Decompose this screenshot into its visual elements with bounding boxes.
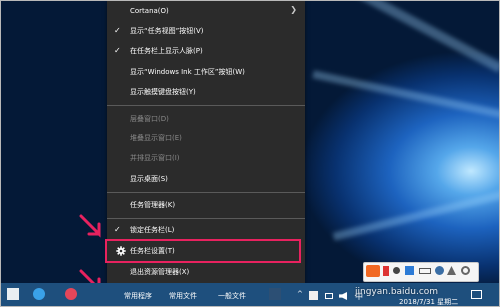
flag-icon [383,266,389,276]
menu-item-label: 退出资源管理器(X) [130,268,190,276]
people-icon[interactable] [269,288,281,300]
tray-app-icon[interactable] [309,291,318,300]
menu-item-show-ink-workspace[interactable]: 显示“Windows Ink 工作区”按钮(W) [107,64,305,82]
menu-item-label: 显示桌面(S) [130,175,168,183]
shirt-icon [435,266,444,275]
settings-icon [461,266,470,275]
menu-item-cortana[interactable]: Cortana(O) ❯ [107,3,305,21]
taskbar-clock[interactable]: 2018/7/31 星期二 [399,297,458,306]
app-icon-red[interactable] [65,288,77,300]
menu-item-exit-explorer[interactable]: 退出资源管理器(X) [107,264,305,282]
menu-item-cascade-windows: 层叠窗口(D) [107,111,305,129]
notification-icon[interactable] [471,290,482,299]
moon-icon [393,267,400,274]
menu-item-show-touch-keyboard[interactable]: 显示触摸键盘按钮(Y) [107,84,305,102]
menu-item-label: Cortana(O) [130,7,169,15]
checkmark-icon: ✓ [114,26,121,35]
menu-item-label: 显示“任务视图”按钮(V) [130,27,204,35]
menu-separator [107,105,305,106]
menu-item-label: 堆叠显示窗口(E) [130,134,182,142]
wallpaper-beam [312,70,499,120]
keyboard-icon [419,268,431,274]
battery-icon[interactable] [325,293,333,299]
wallpaper-beam [332,189,499,241]
pointer-arrow-icon [79,214,101,238]
speaker-icon[interactable] [339,292,347,300]
menu-item-show-task-view[interactable]: ✓ 显示“任务视图”按钮(V) [107,23,305,41]
menu-item-task-manager[interactable]: 任务管理器(K) [107,197,305,215]
desktop-screenshot: Cortana(O) ❯ ✓ 显示“任务视图”按钮(V) ✓ 在任务栏上显示人脉… [0,0,500,307]
menu-item-show-desktop[interactable]: 显示桌面(S) [107,171,305,189]
app-icon-blue[interactable] [33,288,45,300]
taskbar-item-general-files[interactable]: 一般文件 [218,291,246,301]
menu-item-label: 并排显示窗口(I) [130,154,180,162]
menu-separator [107,192,305,193]
app-logo-icon [366,265,380,277]
wallpaper-beam [339,1,499,73]
menu-item-label: 任务管理器(K) [130,201,176,209]
taskbar-item-common-files[interactable]: 常用文件 [169,291,197,301]
emoji-icon [405,266,414,275]
menu-item-lock-taskbar[interactable]: ✓ 锁定任务栏(L) [107,222,305,240]
checkmark-icon: ✓ [114,46,121,55]
menu-item-label: 显示触摸键盘按钮(Y) [130,88,196,96]
badge-bar [363,258,497,282]
menu-item-label: 在任务栏上显示人脉(P) [130,47,203,55]
taskbar-item-common-programs[interactable]: 常用程序 [124,291,152,301]
highlight-box [105,239,301,263]
menu-separator [107,218,305,219]
tray-overflow-icon[interactable]: ^ [297,290,303,298]
menu-item-side-by-side: 并排显示窗口(I) [107,150,305,168]
menu-item-show-people[interactable]: ✓ 在任务栏上显示人脉(P) [107,43,305,61]
menu-item-stack-windows: 堆叠显示窗口(E) [107,130,305,148]
menu-item-label: 锁定任务栏(L) [130,226,175,234]
checkmark-icon: ✓ [114,225,121,234]
menu-item-label: 层叠窗口(D) [130,115,169,123]
chevron-right-icon: ❯ [290,5,297,14]
menu-item-label: 显示“Windows Ink 工作区”按钮(W) [130,68,245,76]
start-button-icon[interactable] [7,288,19,300]
watermark: jingyan.baidu.com [355,287,439,297]
